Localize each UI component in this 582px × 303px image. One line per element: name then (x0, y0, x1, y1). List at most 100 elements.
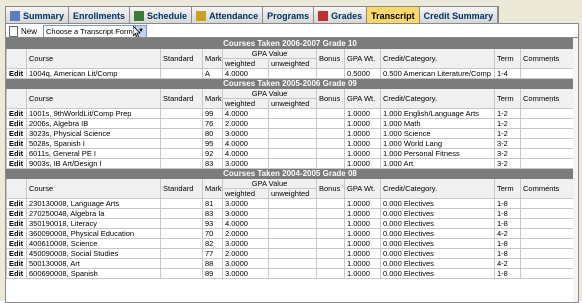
credit-cell: 0.500 American Literature/Comp (380, 68, 495, 79)
table-row: Edit 360090008, Physical Education 70 2.000… (6, 228, 575, 239)
edit-link[interactable]: Edit (6, 218, 27, 229)
edit-link[interactable]: Edit (6, 148, 27, 159)
header-mark: Mark (202, 88, 223, 109)
term-cell: 1-8 (494, 268, 521, 279)
standard-cell (160, 228, 203, 239)
course-cell: 400610008, Science (26, 238, 161, 249)
unweighted-cell (268, 228, 317, 239)
transcript-window: Summary Enrollments Schedule Attendance Prog… (0, 0, 582, 303)
bonus-cell (316, 218, 345, 229)
comments-cell (519, 158, 575, 169)
tab-transcript[interactable]: Transcript (367, 7, 420, 24)
header-unweighted: unweighted (268, 58, 317, 69)
tab-label: Enrollments (73, 10, 126, 21)
bonus-cell (316, 148, 345, 159)
weighted-cell: 3.0000 (222, 158, 269, 169)
header-bonus: Bonus (316, 48, 345, 69)
header-course: Course (26, 178, 161, 199)
new-button[interactable]: New (9, 25, 37, 37)
course-cell: 600690008, Spanish (26, 268, 161, 279)
credit-cell: 1.000 Math (380, 118, 495, 129)
mark-cell: 82 (202, 238, 223, 249)
edit-link[interactable]: Edit (6, 268, 27, 279)
course-cell: 2006s, Algebra IB (26, 118, 161, 129)
standard-cell (160, 268, 203, 279)
header-bonus: Bonus (316, 88, 345, 109)
tab-label: Grades (331, 10, 363, 21)
table-row: Edit 600690008, Spanish 89 3.0000 1.0000 0.00… (6, 268, 575, 279)
bonus-cell (316, 268, 345, 279)
edit-link[interactable]: Edit (6, 258, 27, 269)
header-credit: Credit/Category. (380, 178, 495, 199)
gpa-wt-cell: 1.0000 (344, 158, 381, 169)
schedule-icon (134, 10, 145, 21)
tab-label: Credit Summary (423, 10, 494, 21)
header-gpa-value: GPA Value (222, 48, 317, 59)
credit-cell: 0.000 Electives (380, 268, 495, 279)
unweighted-cell (268, 158, 317, 169)
edit-link[interactable]: Edit (6, 108, 27, 119)
weighted-cell: 4.0000 (222, 68, 269, 79)
weighted-cell: 2.0000 (222, 228, 269, 239)
unweighted-cell (268, 258, 317, 269)
header-weighted: weighted (222, 58, 269, 69)
edit-link[interactable]: Edit (6, 228, 27, 239)
bonus-cell (316, 248, 345, 259)
term-cell: 1-2 (494, 108, 521, 119)
tab-schedule[interactable]: Schedule (130, 7, 193, 24)
edit-link[interactable]: Edit (6, 128, 27, 139)
edit-link[interactable]: Edit (6, 68, 27, 79)
tab-summary[interactable]: Summary (6, 7, 70, 24)
section-title: Courses Taken 2004-2005 Grade 08 (6, 168, 575, 179)
edit-link[interactable]: Edit (6, 138, 27, 149)
header-mark: Mark (202, 178, 223, 199)
header-mark: Mark (202, 48, 223, 69)
unweighted-cell (268, 198, 317, 209)
header-gpa-wt: GPA Wt. (344, 48, 381, 69)
mark-cell: 76 (202, 118, 223, 129)
tab-credit-summary[interactable]: Credit Summary (419, 7, 499, 24)
gpa-wt-cell: 1.0000 (344, 208, 381, 219)
edit-link[interactable]: Edit (6, 158, 27, 169)
edit-link[interactable]: Edit (6, 198, 27, 209)
comments-cell (519, 118, 575, 129)
course-cell: 1001s, 9thWorldLit/Comp Prep (26, 108, 161, 119)
unweighted-cell (268, 148, 317, 159)
standard-cell (160, 108, 203, 119)
table-row: Edit 9003s, IB Art/Design I 83 3.0000 1.0000… (6, 158, 575, 169)
course-cell: 3023s, Physical Science (26, 128, 161, 139)
tab-attendance[interactable]: Attendance (192, 7, 264, 24)
gpa-wt-cell: 1.0000 (344, 148, 381, 159)
credit-cell: 0.000 Electives (380, 218, 495, 229)
header-standard: Standard (160, 88, 203, 109)
comments-cell (519, 218, 575, 229)
unweighted-cell (268, 118, 317, 129)
comments-cell (519, 248, 575, 259)
header-gpa-value: GPA Value (222, 178, 317, 189)
weighted-cell: 3.0000 (222, 128, 269, 139)
table-row: Edit 400610008, Science 82 3.0000 1.0000 0.00… (6, 238, 575, 249)
edit-link[interactable]: Edit (6, 238, 27, 249)
edit-link[interactable]: Edit (6, 208, 27, 219)
tab-enrollments[interactable]: Enrollments (69, 7, 131, 24)
transcript-format-select[interactable]: Choose a Transcript Format... ▼ (43, 24, 148, 38)
bonus-cell (316, 68, 345, 79)
standard-cell (160, 218, 203, 229)
term-cell: 1-2 (494, 118, 521, 129)
tab-label: Transcript (371, 10, 415, 21)
edit-link[interactable]: Edit (6, 118, 27, 129)
vertical-scrollbar[interactable] (573, 38, 578, 302)
weighted-cell: 4.0000 (222, 138, 269, 149)
section-header: Courses Taken 2004-2005 Grade 08 (6, 168, 575, 179)
tab-programs[interactable]: Programs (263, 7, 315, 24)
bonus-cell (316, 128, 345, 139)
tab-grades[interactable]: Grades (314, 7, 368, 24)
edit-link[interactable]: Edit (6, 248, 27, 259)
header-credit: Credit/Category. (380, 48, 495, 69)
comments-cell (519, 228, 575, 239)
credit-cell: 1.000 Science (380, 128, 495, 139)
credit-cell: 0.000 Electives (380, 198, 495, 209)
table-row: Edit 1004q, American Lit/Comp A 4.0000 0.500… (6, 68, 575, 79)
term-cell: 4-2 (494, 228, 521, 239)
tab-label: Schedule (147, 10, 188, 21)
